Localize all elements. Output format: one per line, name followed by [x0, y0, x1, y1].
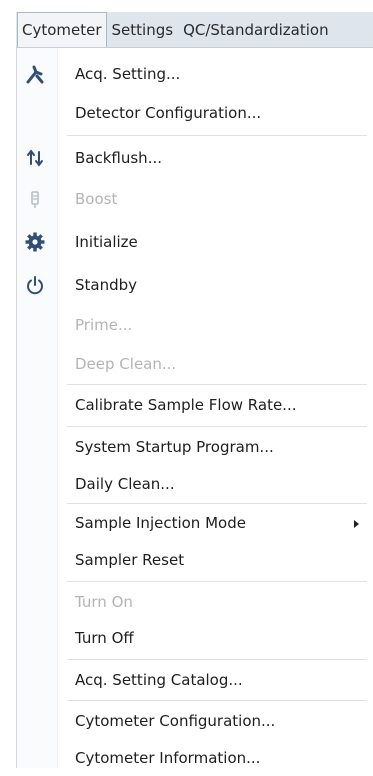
menu-bar: Cytometer Settings QC/Standardization [16, 12, 373, 48]
menu-separator [67, 384, 367, 385]
menu-item-label: Initialize [75, 233, 138, 251]
menu-item-deep-clean: Deep Clean... [17, 346, 373, 382]
menu-item-backflush[interactable]: Backflush... [17, 140, 373, 176]
menu-item-acq-setting-catalog[interactable]: Acq. Setting Catalog... [17, 662, 373, 698]
menu-item-label: Turn On [75, 593, 133, 611]
menubar-cytometer[interactable]: Cytometer [17, 12, 107, 47]
menu-item-calibrate-sample-flow-rate[interactable]: Calibrate Sample Flow Rate... [17, 387, 373, 423]
menu-item-sampler-reset[interactable]: Sampler Reset [17, 542, 373, 578]
menu-item-turn-off[interactable]: Turn Off [17, 620, 373, 656]
menu-separator [67, 659, 367, 660]
menu-item-label: Acq. Setting... [75, 65, 181, 83]
menu-separator [67, 581, 367, 582]
menu-item-label: Prime... [75, 316, 133, 334]
menu-item-label: System Startup Program... [75, 438, 274, 456]
cytometer-dropdown-menu: Acq. Setting... Detector Configuration..… [16, 48, 373, 768]
menubar-qc-standardization[interactable]: QC/Standardization [178, 12, 334, 47]
menu-item-standby[interactable]: Standby [17, 267, 373, 303]
wrench-tool-icon [23, 62, 47, 86]
menu-item-label: Cytometer Configuration... [75, 712, 276, 730]
menu-item-turn-on: Turn On [17, 584, 373, 620]
menu-item-detector-configuration[interactable]: Detector Configuration... [17, 95, 373, 131]
menu-item-daily-clean[interactable]: Daily Clean... [17, 466, 373, 502]
menu-item-system-startup-program[interactable]: System Startup Program... [17, 429, 373, 465]
menu-item-label: Sampler Reset [75, 551, 185, 569]
menu-item-sample-injection-mode[interactable]: Sample Injection Mode [17, 505, 373, 541]
menu-item-boost: Boost [17, 181, 373, 217]
boost-icon [23, 187, 47, 211]
menu-separator [67, 503, 367, 504]
menu-item-label: Boost [75, 190, 118, 208]
menu-item-acq-setting[interactable]: Acq. Setting... [17, 56, 373, 92]
menu-item-cytometer-configuration[interactable]: Cytometer Configuration... [17, 703, 373, 739]
menu-item-initialize[interactable]: Initialize [17, 224, 373, 260]
submenu-arrow-icon [354, 520, 359, 528]
menu-item-prime: Prime... [17, 307, 373, 343]
menu-item-label: Backflush... [75, 149, 162, 167]
menu-item-label: Standby [75, 276, 138, 294]
menu-item-label: Calibrate Sample Flow Rate... [75, 396, 297, 414]
menu-item-label: Acq. Setting Catalog... [75, 671, 243, 689]
power-icon [23, 273, 47, 297]
gear-icon [23, 230, 47, 254]
menu-item-label: Sample Injection Mode [75, 514, 246, 532]
backflush-icon [23, 146, 47, 170]
menu-separator [67, 426, 367, 427]
menu-item-label: Detector Configuration... [75, 104, 262, 122]
menu-item-label: Turn Off [75, 629, 134, 647]
menu-item-label: Cytometer Information... [75, 749, 261, 767]
menu-separator [67, 700, 367, 701]
menu-item-label: Deep Clean... [75, 355, 177, 373]
menu-item-label: Daily Clean... [75, 475, 175, 493]
menubar-settings[interactable]: Settings [107, 12, 179, 47]
menu-separator [67, 135, 367, 136]
menu-item-cytometer-information[interactable]: Cytometer Information... [17, 740, 373, 776]
